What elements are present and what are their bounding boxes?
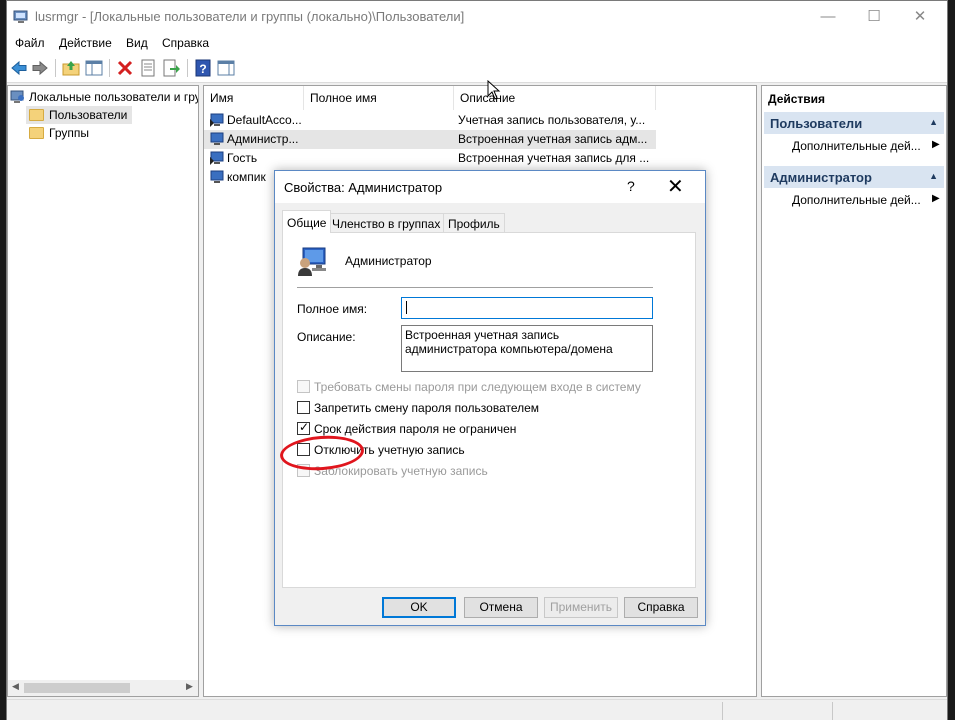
fullname-field[interactable] <box>401 297 653 319</box>
row-name: DefaultAcco... <box>227 113 302 127</box>
actions-header: Действия <box>768 92 826 106</box>
dialog-title-bar: Свойства: Администратор ? ✕ <box>275 171 705 203</box>
back-icon[interactable] <box>9 58 29 78</box>
mouse-cursor-icon <box>487 80 501 100</box>
user-icon <box>210 132 224 145</box>
actions-pane: Действия Пользователи ▲ Дополнительные д… <box>761 85 947 697</box>
user-icon <box>210 113 224 127</box>
apply-button[interactable]: Применить <box>544 597 618 618</box>
menu-help[interactable]: Справка <box>162 36 209 50</box>
menu-view[interactable]: Вид <box>126 36 148 50</box>
tree-root-label: Локальные пользователи и гру <box>29 90 199 104</box>
dialog-help-button[interactable]: ? <box>627 178 635 194</box>
help-icon[interactable]: ? <box>193 58 213 78</box>
computer-management-icon <box>13 10 28 23</box>
checkmark-icon: ✓ <box>299 420 310 434</box>
user-icon <box>210 170 224 183</box>
dialog-user-name: Администратор <box>345 254 432 268</box>
action-label: Дополнительные дей... <box>792 139 921 153</box>
table-row[interactable]: Гость Встроенная учетная запись для ... <box>204 149 656 168</box>
toolbar: ? <box>7 55 947 83</box>
export-icon[interactable] <box>161 58 181 78</box>
tree-item-groups[interactable]: Группы <box>26 124 132 142</box>
submenu-arrow-icon: ▶ <box>932 139 940 150</box>
show-action-pane-icon[interactable] <box>216 58 236 78</box>
column-header-name[interactable]: Имя <box>204 86 304 110</box>
user-icon <box>210 151 224 165</box>
tree-item-label: Группы <box>49 126 89 140</box>
forward-icon[interactable] <box>30 58 50 78</box>
tab-membership[interactable]: Членство в группах <box>327 213 446 233</box>
description-field[interactable]: Встроенная учетная запись администратора… <box>401 325 653 372</box>
checkbox-box[interactable]: ✓ <box>297 420 310 435</box>
dialog-title: Свойства: Администратор <box>284 180 443 195</box>
menu-bar: Файл Действие Вид Справка <box>7 33 947 55</box>
delete-icon[interactable] <box>115 58 135 78</box>
checkbox-box[interactable] <box>297 380 310 393</box>
section-title: Администратор <box>770 170 872 185</box>
description-label: Описание: <box>297 330 356 344</box>
folder-icon <box>29 127 44 139</box>
scrollbar-thumb[interactable] <box>24 683 130 693</box>
ok-button[interactable]: OK <box>382 597 456 618</box>
svg-text:?: ? <box>199 62 206 76</box>
title-bar: lusrmgr - [Локальные пользователи и груп… <box>7 1 947 33</box>
menu-action[interactable]: Действие <box>59 36 112 50</box>
tree-item-users[interactable]: Пользователи <box>26 106 132 124</box>
submenu-arrow-icon: ▶ <box>932 193 940 204</box>
row-name: Гость <box>227 151 258 165</box>
table-row-selected[interactable]: Администр... Встроенная учетная запись а… <box>204 130 656 149</box>
checkbox-box[interactable] <box>297 401 310 414</box>
up-folder-icon[interactable] <box>61 58 81 78</box>
help-button[interactable]: Справка <box>624 597 698 618</box>
actions-section-administrator[interactable]: Администратор ▲ <box>764 166 944 188</box>
table-row[interactable]: DefaultAcco... Учетная запись пользовате… <box>204 111 656 130</box>
row-description: Учетная запись пользователя, у... <box>458 113 646 127</box>
scroll-left-icon[interactable]: ◀ <box>12 681 19 692</box>
column-header-fullname[interactable]: Полное имя <box>304 86 454 110</box>
user-monitor-icon <box>298 247 326 276</box>
text-caret <box>406 301 407 314</box>
cancel-button[interactable]: Отмена <box>464 597 538 618</box>
row-name: Администр... <box>227 132 299 146</box>
close-window-button[interactable]: ✕ <box>897 1 943 33</box>
minimize-button[interactable]: — <box>805 1 851 33</box>
folder-icon <box>29 109 44 121</box>
column-header-description[interactable]: Описание <box>454 86 656 110</box>
row-description: Встроенная учетная запись адм... <box>458 132 648 146</box>
tab-profile[interactable]: Профиль <box>443 213 505 233</box>
row-name: компик <box>227 170 266 184</box>
tab-general[interactable]: Общие <box>282 210 332 233</box>
section-title: Пользователи <box>770 116 863 131</box>
action-more-actions-users[interactable]: Дополнительные дей... ▶ <box>792 139 940 157</box>
window-title: lusrmgr - [Локальные пользователи и груп… <box>35 9 465 24</box>
maximize-button[interactable]: ☐ <box>851 1 897 33</box>
users-groups-icon <box>10 90 24 103</box>
properties-icon[interactable] <box>138 58 158 78</box>
status-bar <box>7 699 947 720</box>
tree-root[interactable]: Локальные пользователи и гру <box>8 88 198 106</box>
tree-item-label: Пользователи <box>49 108 128 122</box>
row-description: Встроенная учетная запись для ... <box>458 151 650 165</box>
action-label: Дополнительные дей... <box>792 193 921 207</box>
fullname-label: Полное имя: <box>297 302 368 316</box>
scroll-right-icon[interactable]: ▶ <box>186 681 193 692</box>
tree-pane: Локальные пользователи и гру Пользовател… <box>7 85 199 697</box>
dialog-close-button[interactable]: ✕ <box>667 174 684 199</box>
properties-dialog: Свойства: Администратор ? ✕ Членство в г… <box>274 170 706 626</box>
collapse-caret-icon[interactable]: ▲ <box>929 117 938 127</box>
menu-file[interactable]: Файл <box>15 36 45 50</box>
general-tab-panel: Администратор Полное имя: Описание: Встр… <box>282 232 696 588</box>
collapse-caret-icon[interactable]: ▲ <box>929 171 938 181</box>
tree-horizontal-scrollbar[interactable]: ◀ ▶ <box>8 680 198 696</box>
action-more-actions-administrator[interactable]: Дополнительные дей... ▶ <box>792 193 940 211</box>
actions-section-users[interactable]: Пользователи ▲ <box>764 112 944 134</box>
show-hide-tree-icon[interactable] <box>84 58 104 78</box>
divider <box>297 287 653 288</box>
